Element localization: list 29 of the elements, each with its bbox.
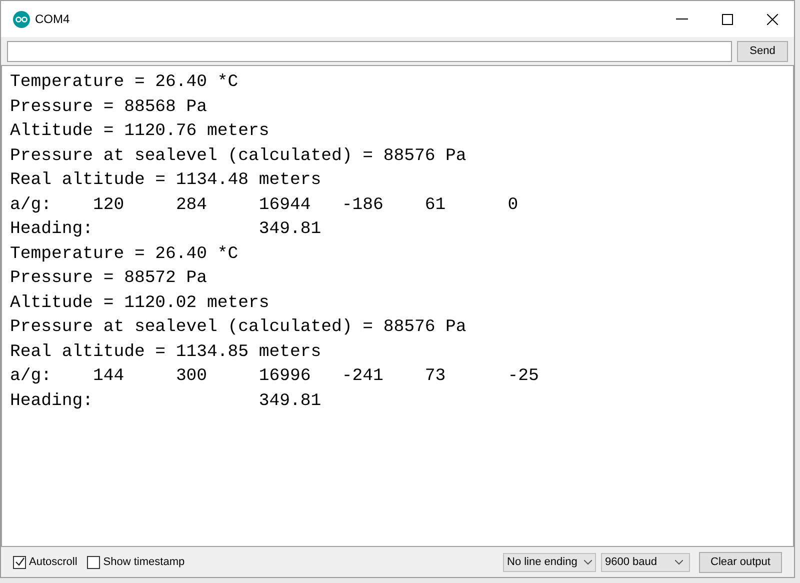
output-line: Real altitude = 1134.85 meters	[10, 342, 322, 364]
app-logo-icon	[13, 10, 30, 28]
window-title: COM4	[35, 11, 70, 28]
output-line: Real altitude = 1134.48 meters	[10, 170, 322, 192]
baud-rate-dropdown[interactable]: 9600 baud	[601, 552, 690, 572]
checkbox[interactable]	[87, 556, 100, 568]
close-icon[interactable]	[767, 14, 778, 24]
checkbox-label[interactable]: Show timestamp	[103, 554, 185, 570]
output-line: Pressure at sealevel (calculated) = 88576 Pa	[10, 146, 466, 168]
output-line: Temperature = 26.40 *C	[10, 72, 238, 94]
message-input-field[interactable]	[7, 40, 732, 62]
checkbox[interactable]	[13, 556, 26, 568]
output-line: a/g: 144 300 16996 -241 73 -25	[10, 366, 539, 388]
checkbox-label[interactable]: Autoscroll	[29, 554, 78, 570]
output-line: a/g: 120 284 16944 -186 61 0	[10, 194, 518, 216]
output-line: Heading: 349.81	[10, 219, 322, 241]
chevron-down-icon	[675, 560, 683, 564]
output-line: Pressure = 88568 Pa	[10, 96, 208, 118]
output-line: Pressure = 88572 Pa	[10, 268, 208, 290]
output-line: Pressure at sealevel (calculated) = 88576 Pa	[10, 317, 466, 339]
send-button[interactable]: Send	[737, 40, 788, 62]
output-line: Heading: 349.81	[10, 390, 322, 412]
output-line: Temperature = 26.40 *C	[10, 244, 238, 266]
clear-output-button[interactable]: Clear output	[699, 552, 782, 572]
output-line: Altitude = 1120.76 meters	[10, 121, 270, 143]
chevron-down-icon	[584, 560, 592, 564]
output-line: Altitude = 1120.02 meters	[10, 292, 270, 314]
maximize-icon[interactable]	[722, 14, 733, 24]
line-ending-dropdown[interactable]: No line ending	[503, 552, 596, 572]
